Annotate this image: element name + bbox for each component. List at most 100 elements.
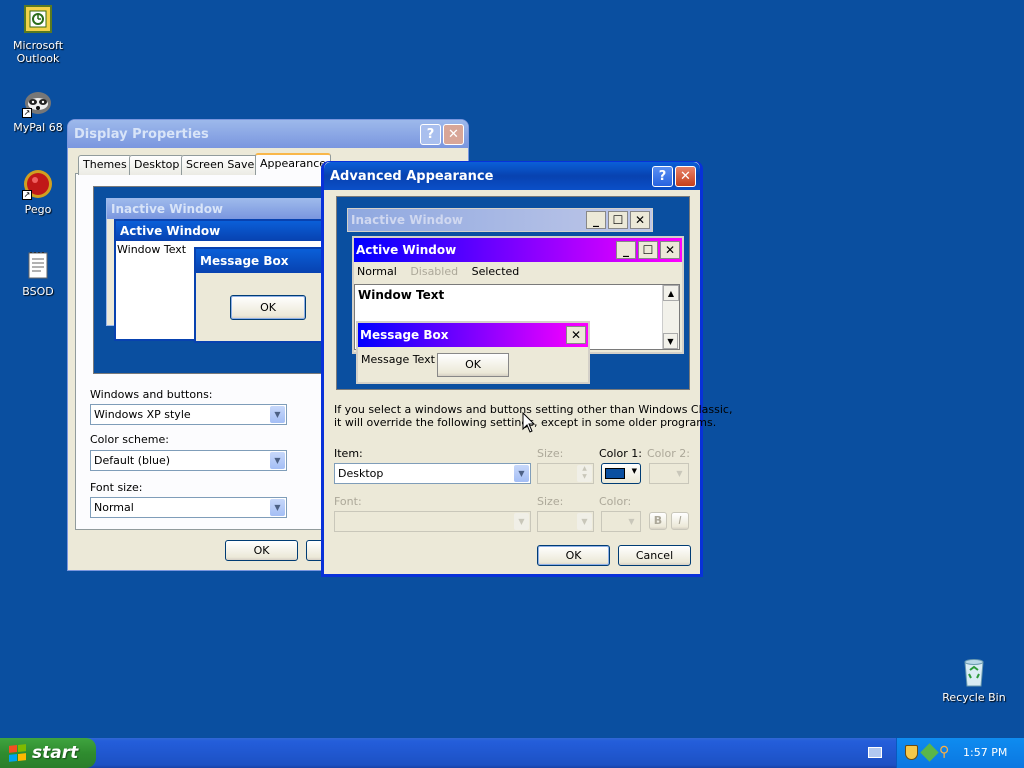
maximize-icon: ☐ bbox=[608, 211, 628, 229]
close-icon: ✕ bbox=[566, 326, 586, 344]
chevron-down-icon[interactable]: ▼ bbox=[270, 452, 285, 469]
pego-icon: ↗ bbox=[22, 168, 54, 200]
desktop-icon-label: Pego bbox=[24, 203, 52, 216]
shortcut-arrow-icon: ↗ bbox=[22, 108, 32, 118]
desktop-icon-pego[interactable]: ↗ Pego bbox=[0, 168, 76, 216]
preview-msgbox-title: Message Box bbox=[196, 249, 324, 273]
minimize-icon: _ bbox=[586, 211, 606, 229]
preview-message-box[interactable]: Message Box ✕ Message Text OK bbox=[356, 321, 590, 384]
chevron-down-icon[interactable]: ▼ bbox=[270, 499, 285, 516]
bold-button: B bbox=[649, 512, 667, 530]
chevron-down-icon: ▼ bbox=[577, 513, 592, 530]
desktop-icon-recycle-bin[interactable]: Recycle Bin bbox=[936, 656, 1012, 704]
preview-ok-button: OK bbox=[437, 353, 509, 377]
preview-message-box: Message Box OK bbox=[194, 247, 326, 343]
color-scheme-select[interactable]: Default (blue) ▼ bbox=[90, 450, 287, 471]
size-spinner: ▲ ▼ bbox=[537, 463, 594, 484]
windows-buttons-label: Windows and buttons: bbox=[90, 388, 213, 401]
tab-screen-saver[interactable]: Screen Saver bbox=[181, 155, 264, 175]
maximize-icon: ☐ bbox=[638, 241, 658, 259]
font-color-picker: ▼ bbox=[601, 511, 641, 532]
chevron-down-icon[interactable]: ▼ bbox=[270, 406, 285, 423]
select-value: Default (blue) bbox=[94, 454, 171, 467]
desktop-icon-label: Recycle Bin bbox=[942, 691, 1006, 704]
preview-ok-button: OK bbox=[230, 295, 306, 320]
close-icon: ✕ bbox=[630, 211, 650, 229]
network-icon[interactable] bbox=[920, 743, 939, 762]
windows-buttons-select[interactable]: Windows XP style ▼ bbox=[90, 404, 287, 425]
desktop-icon-bsod[interactable]: BSOD bbox=[0, 250, 76, 298]
close-icon: ✕ bbox=[660, 241, 680, 259]
menu-disabled: Disabled bbox=[410, 265, 459, 278]
keyboard-icon[interactable] bbox=[868, 747, 882, 758]
spin-icon: ▲ ▼ bbox=[577, 465, 592, 482]
preview-inactive-title: Inactive Window bbox=[107, 199, 325, 219]
preview-scrollbar: ▲ ▼ bbox=[662, 285, 679, 349]
title-bar[interactable]: Advanced Appearance ? ✕ bbox=[324, 162, 700, 190]
chevron-down-icon: ▼ bbox=[514, 513, 529, 530]
start-label: start bbox=[32, 743, 79, 763]
title-bar[interactable]: Display Properties ? ✕ bbox=[68, 120, 468, 148]
color2-label: Color 2: bbox=[647, 447, 690, 460]
preview-msgbox-title: Message Box bbox=[360, 328, 449, 342]
cancel-button[interactable]: Cancel bbox=[618, 545, 691, 566]
window-title: Display Properties bbox=[74, 126, 209, 142]
tab-appearance[interactable]: Appearance bbox=[255, 153, 332, 175]
close-button[interactable]: ✕ bbox=[675, 165, 696, 187]
font-label: Font: bbox=[334, 495, 362, 508]
preview-inactive-window[interactable]: Inactive Window _ ☐ ✕ bbox=[347, 208, 653, 232]
notepad-icon bbox=[22, 250, 54, 282]
select-value: Normal bbox=[94, 501, 134, 514]
scroll-down-icon: ▼ bbox=[663, 333, 678, 349]
security-shield-icon[interactable] bbox=[905, 745, 918, 760]
preview-active-titlebar: Active Window _ ☐ ✕ bbox=[354, 238, 682, 262]
chevron-down-icon: ▼ bbox=[631, 467, 637, 475]
font-size-select[interactable]: Normal ▼ bbox=[90, 497, 287, 518]
font-size-label: Font size: bbox=[90, 481, 143, 494]
advanced-appearance-dialog[interactable]: Advanced Appearance ? ✕ Inactive Window … bbox=[321, 161, 732, 577]
font-select: ▼ bbox=[334, 511, 531, 532]
chevron-down-icon[interactable]: ▼ bbox=[514, 465, 529, 482]
color1-picker-button[interactable]: ▼ bbox=[601, 463, 641, 484]
ok-button[interactable]: OK bbox=[537, 545, 610, 566]
item-select[interactable]: Desktop ▼ bbox=[334, 463, 531, 484]
desktop-icon-mypal[interactable]: ↗ MyPal 68 bbox=[0, 86, 76, 134]
advanced-preview[interactable]: Inactive Window _ ☐ ✕ Active Window _ ☐ … bbox=[336, 196, 690, 390]
chevron-down-icon: ▼ bbox=[628, 517, 635, 526]
mouse-cursor-icon bbox=[522, 412, 536, 433]
font-color-label: Color: bbox=[599, 495, 632, 508]
tab-themes[interactable]: Themes bbox=[78, 155, 132, 175]
search-icon[interactable]: ⚲ bbox=[939, 744, 949, 760]
close-button[interactable]: ✕ bbox=[443, 123, 464, 145]
preview-message-text: Message Text bbox=[361, 353, 435, 366]
desktop-icon-label: Microsoft Outlook bbox=[12, 39, 64, 65]
clock[interactable]: 1:57 PM bbox=[963, 738, 1007, 768]
desktop-icon-outlook[interactable]: Microsoft Outlook bbox=[0, 4, 76, 65]
taskbar: start ⚲ 1:57 PM bbox=[0, 738, 1024, 768]
help-button[interactable]: ? bbox=[652, 165, 673, 187]
tab-desktop[interactable]: Desktop bbox=[129, 155, 185, 175]
outlook-icon bbox=[22, 4, 54, 36]
windows-logo-icon bbox=[9, 744, 26, 762]
color-swatch bbox=[605, 468, 625, 479]
item-label: Item: bbox=[334, 447, 363, 460]
color1-label: Color 1: bbox=[599, 447, 642, 460]
ok-button[interactable]: OK bbox=[225, 540, 298, 561]
start-button[interactable]: start bbox=[0, 738, 96, 768]
select-value: Desktop bbox=[338, 467, 384, 480]
shortcut-arrow-icon: ↗ bbox=[22, 190, 32, 200]
desktop-icon-label: MyPal 68 bbox=[13, 121, 63, 134]
font-size-select: ▼ bbox=[537, 511, 594, 532]
color2-picker-button: ▼ bbox=[649, 463, 689, 484]
appearance-preview: Inactive Window Active Window Window Tex… bbox=[93, 186, 326, 374]
font-size-label: Size: bbox=[537, 495, 564, 508]
scroll-up-icon: ▲ bbox=[663, 285, 679, 301]
preview-menu-bar: Normal Disabled Selected bbox=[354, 262, 682, 282]
minimize-icon: _ bbox=[616, 241, 636, 259]
help-button[interactable]: ? bbox=[420, 123, 441, 145]
select-value: Windows XP style bbox=[94, 408, 191, 421]
recycle-bin-icon bbox=[958, 656, 990, 688]
preview-active-title: Active Window bbox=[116, 221, 324, 241]
raccoon-icon: ↗ bbox=[22, 86, 54, 118]
preview-window-text: Window Text bbox=[358, 288, 445, 302]
